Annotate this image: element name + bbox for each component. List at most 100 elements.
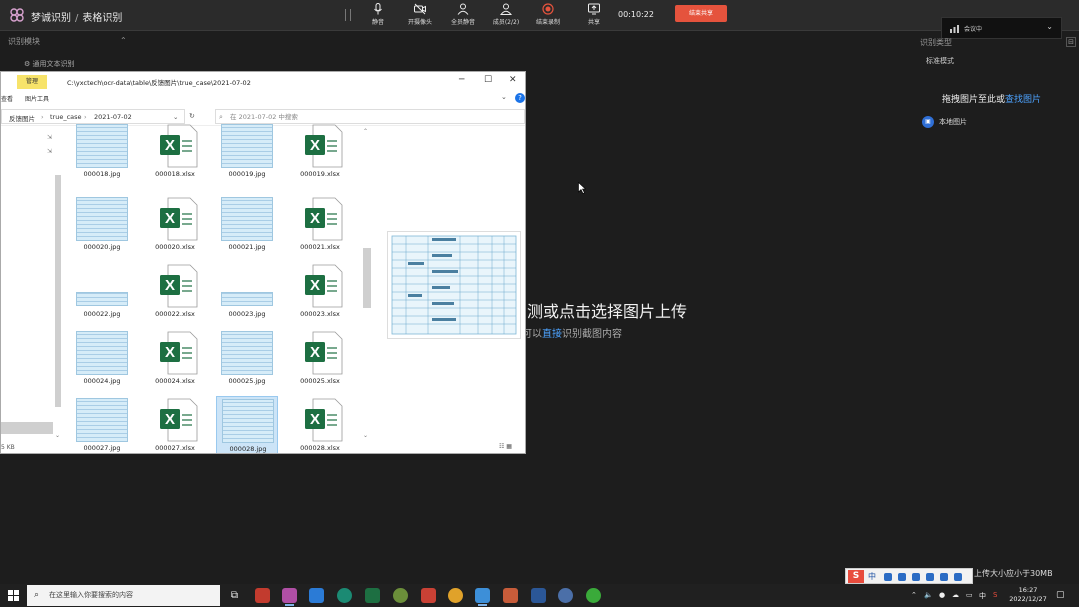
address-dropdown-icon[interactable]: ⌄ bbox=[173, 113, 178, 121]
local-image-button[interactable]: ▣ 本地图片 bbox=[922, 116, 967, 128]
panel-collapse-icon[interactable]: ⊟ bbox=[1066, 37, 1076, 47]
chrome-icon[interactable] bbox=[448, 588, 463, 603]
vscode-icon[interactable] bbox=[309, 588, 324, 603]
share-button[interactable]: 共享 bbox=[572, 3, 616, 29]
meeting-timer: 00:10:22 bbox=[618, 10, 654, 19]
refresh-icon[interactable]: ↻ bbox=[189, 112, 195, 120]
chevron-down-icon[interactable]: ⌄ bbox=[1046, 22, 1053, 31]
voice-icon[interactable] bbox=[912, 573, 920, 581]
taskbar-search-input[interactable]: ⌕ 在这里输入你要搜索的内容 bbox=[27, 585, 220, 606]
jpg-file-item[interactable]: 000024.jpg bbox=[71, 329, 133, 393]
jpg-file-item[interactable]: 000019.jpg bbox=[216, 122, 278, 186]
jpg-file-item[interactable]: 000021.jpg bbox=[216, 195, 278, 259]
wechat-icon[interactable] bbox=[586, 588, 601, 603]
mute-button[interactable]: 静音 bbox=[356, 3, 400, 29]
windows-start-icon[interactable] bbox=[8, 590, 19, 601]
emoji-icon[interactable] bbox=[898, 573, 906, 581]
scroll-down-icon[interactable]: ⌄ bbox=[363, 432, 368, 439]
breadcrumb-true-case[interactable]: true_case bbox=[50, 113, 82, 121]
ribbon-tab-picture-tools[interactable]: 图片工具 bbox=[25, 94, 49, 103]
close-icon[interactable]: ✕ bbox=[509, 75, 517, 85]
maximize-icon[interactable]: ☐ bbox=[484, 75, 492, 85]
end-share-button[interactable]: 结束共享 bbox=[675, 5, 727, 22]
upload-prompt[interactable]: 测或点击选择图片上传 bbox=[527, 298, 687, 322]
xlsx-file-item[interactable]: X 000020.xlsx bbox=[144, 195, 206, 259]
jpg-file-item[interactable]: 000020.jpg bbox=[71, 195, 133, 259]
speaker-icon[interactable]: 🔈 bbox=[924, 591, 933, 599]
app-icon-2[interactable] bbox=[393, 588, 408, 603]
scroll-up-icon[interactable]: ⌃ bbox=[363, 128, 368, 135]
manage-tab[interactable]: 管理 bbox=[17, 75, 47, 89]
mute-all-button[interactable]: 全员静音 bbox=[441, 3, 485, 29]
punctuation-icon[interactable] bbox=[884, 573, 892, 581]
xlsx-file-item[interactable]: X 000024.xlsx bbox=[144, 329, 206, 393]
members-button[interactable]: 成员(2/2) bbox=[484, 3, 528, 29]
ribbon-expand-icon[interactable]: ⌄ bbox=[501, 93, 507, 101]
members-label: 成员(2/2) bbox=[492, 19, 520, 26]
breadcrumb-date[interactable]: 2021-07-02 bbox=[94, 113, 132, 121]
file-name: 000020.jpg bbox=[83, 243, 121, 251]
ime-toolbar[interactable]: S 中 bbox=[845, 568, 973, 584]
xlsx-file-item[interactable]: X 000022.xlsx bbox=[144, 262, 206, 326]
file-grid-scrollbar[interactable]: ⌃ ⌄ bbox=[363, 128, 371, 444]
skin-icon[interactable] bbox=[940, 573, 948, 581]
app-icon-4[interactable] bbox=[475, 588, 490, 606]
taskbar-clock[interactable]: 16:27 2022/12/27 bbox=[1008, 586, 1048, 604]
sogou-tray-icon[interactable]: S bbox=[993, 591, 997, 599]
minimize-icon[interactable]: ─ bbox=[459, 75, 464, 85]
word-icon[interactable] bbox=[531, 588, 546, 603]
sogou-ime-icon[interactable]: S bbox=[848, 570, 864, 583]
svg-text:X: X bbox=[310, 411, 320, 428]
upload-hint-link[interactable]: 直接 bbox=[542, 329, 562, 340]
ribbon-tab-view[interactable]: 查看 bbox=[1, 94, 13, 103]
xlsx-file-item[interactable]: X 000018.xlsx bbox=[144, 122, 206, 186]
pin-icon[interactable]: ⇲ bbox=[47, 148, 52, 155]
image-thumbnail bbox=[220, 195, 274, 243]
app-icon-6[interactable] bbox=[558, 588, 573, 603]
notification-icon[interactable]: ▢ bbox=[1056, 590, 1065, 600]
xlsx-file-item[interactable]: X 000019.xlsx bbox=[289, 122, 351, 186]
mode-select[interactable]: 标准模式 bbox=[926, 56, 954, 66]
image-icon: ▣ bbox=[922, 116, 934, 128]
nav-pane-h-scrollbar[interactable] bbox=[1, 422, 53, 434]
excel-file-icon: X bbox=[148, 195, 202, 243]
scrollbar-thumb[interactable] bbox=[363, 248, 371, 308]
pin-icon[interactable]: ⇲ bbox=[47, 134, 52, 141]
drop-zone-prefix: 拖拽图片至此或 bbox=[942, 95, 1006, 105]
network-icon[interactable]: ☁ bbox=[952, 591, 959, 599]
edge-icon[interactable] bbox=[337, 588, 352, 603]
stop-record-button[interactable]: 结束录制 bbox=[526, 3, 570, 29]
speaking-indicator[interactable]: 会议中 ⌄ bbox=[941, 17, 1062, 39]
view-toggle-icons[interactable]: ☷ ▦ bbox=[499, 443, 512, 450]
tray-expand-icon[interactable]: ⌃ bbox=[911, 591, 917, 599]
app-icon-5[interactable] bbox=[503, 588, 518, 603]
camera-button[interactable]: 开摄像头 bbox=[398, 3, 442, 29]
app-icon-1[interactable] bbox=[255, 588, 270, 603]
jpg-file-item[interactable]: 000023.jpg bbox=[216, 262, 278, 326]
file-name: 000023.xlsx bbox=[300, 310, 340, 318]
find-image-link[interactable]: 查找图片 bbox=[1005, 95, 1041, 105]
jpg-file-item[interactable]: 000018.jpg bbox=[71, 122, 133, 186]
breadcrumb-feedback[interactable]: 反馈图片 bbox=[9, 113, 35, 123]
input-method-indicator[interactable]: 中 bbox=[979, 591, 986, 601]
nav-pane-scrollbar[interactable] bbox=[55, 175, 61, 407]
chevron-up-icon[interactable]: ⌃ bbox=[120, 36, 127, 45]
ime-lang-label[interactable]: 中 bbox=[868, 571, 876, 582]
xlsx-file-item[interactable]: X 000025.xlsx bbox=[289, 329, 351, 393]
xlsx-file-item[interactable]: X 000021.xlsx bbox=[289, 195, 351, 259]
keyboard-icon[interactable] bbox=[926, 573, 934, 581]
task-view-icon[interactable]: ⧉ bbox=[227, 588, 242, 603]
tray-app-icon[interactable]: ▭ bbox=[966, 591, 973, 599]
jpg-file-item[interactable]: 000025.jpg bbox=[216, 329, 278, 393]
sidebar-item-general-text[interactable]: ⚙ 通用文本识别 bbox=[24, 59, 75, 69]
meeting-app-icon[interactable] bbox=[282, 588, 297, 606]
jpg-file-item[interactable]: 000022.jpg bbox=[71, 262, 133, 326]
drag-handle[interactable] bbox=[345, 9, 351, 21]
xlsx-file-item[interactable]: X 000023.xlsx bbox=[289, 262, 351, 326]
toolbox-icon[interactable] bbox=[954, 573, 962, 581]
tray-mic-icon[interactable]: ● bbox=[939, 591, 945, 599]
scroll-down-icon[interactable]: ⌄ bbox=[55, 432, 60, 439]
help-icon[interactable]: ? bbox=[515, 93, 525, 103]
app-icon-3[interactable] bbox=[421, 588, 436, 603]
excel-icon[interactable] bbox=[365, 588, 380, 603]
